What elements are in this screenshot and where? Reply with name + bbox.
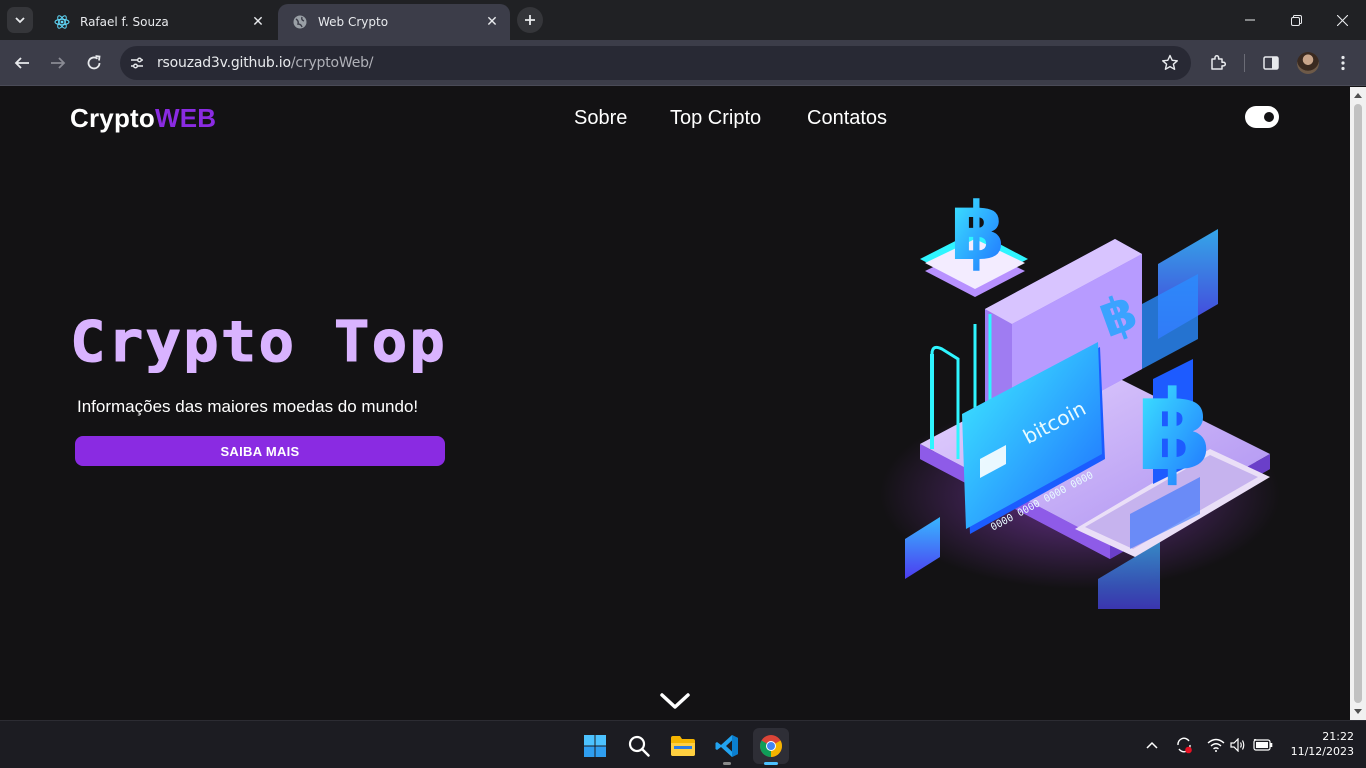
search-icon bbox=[628, 735, 650, 757]
restore-button[interactable] bbox=[1273, 0, 1319, 40]
nav-link-contatos[interactable]: Contatos bbox=[807, 107, 887, 130]
hero-title-text: Crypto Top bbox=[70, 311, 447, 375]
side-panel-button[interactable] bbox=[1257, 49, 1285, 77]
chrome-icon bbox=[760, 735, 782, 757]
close-tab-icon[interactable]: ✕ bbox=[250, 14, 266, 30]
reload-icon bbox=[87, 55, 101, 70]
url-text[interactable]: rsouzad3v.github.io/cryptoWeb/ bbox=[157, 55, 374, 71]
site-logo[interactable]: CryptoWEB bbox=[70, 103, 216, 134]
hero-title: Crypto Top bbox=[70, 310, 450, 386]
crypto-illustration: ฿ bitcoin 0000 0000 0000 0000 ฿ ฿ bbox=[880, 159, 1280, 614]
vscode-button[interactable] bbox=[709, 728, 745, 765]
restore-icon bbox=[1290, 14, 1302, 26]
close-window-button[interactable] bbox=[1319, 0, 1365, 40]
hero-subtitle: Informações das maiores moedas do mundo! bbox=[77, 397, 419, 416]
extensions-button[interactable] bbox=[1204, 49, 1232, 77]
tab-title: Web Crypto bbox=[318, 15, 389, 29]
active-indicator bbox=[764, 762, 778, 765]
chevron-up-icon bbox=[1146, 741, 1158, 749]
taskbar-clock[interactable]: 21:22 11/12/2023 bbox=[1282, 729, 1354, 759]
wifi-icon bbox=[1207, 738, 1225, 752]
site-settings-icon[interactable] bbox=[123, 49, 151, 77]
puzzle-icon bbox=[1211, 54, 1227, 70]
svg-text:฿: ฿ bbox=[950, 185, 1006, 278]
toggle-knob bbox=[1264, 112, 1274, 122]
file-explorer-button[interactable] bbox=[665, 728, 701, 764]
nav-link-top-cripto[interactable]: Top Cripto bbox=[670, 107, 761, 130]
windows-taskbar: 21:22 11/12/2023 bbox=[0, 720, 1366, 768]
vscode-icon bbox=[715, 735, 738, 757]
network-button[interactable] bbox=[1206, 735, 1226, 755]
close-icon bbox=[1336, 14, 1348, 26]
plus-icon bbox=[525, 15, 535, 25]
sync-tray-button[interactable] bbox=[1174, 735, 1194, 755]
forward-button[interactable] bbox=[44, 49, 72, 77]
reload-button[interactable] bbox=[80, 49, 108, 77]
url-host: rsouzad3v.github.io bbox=[157, 55, 291, 71]
minimize-button[interactable] bbox=[1227, 0, 1273, 40]
back-button[interactable] bbox=[8, 49, 36, 77]
arrow-right-icon bbox=[51, 57, 66, 69]
web-page: CryptoWEB Sobre Top Cripto Contatos Cryp… bbox=[0, 87, 1350, 720]
minimize-icon bbox=[1245, 19, 1255, 21]
chrome-menu-button[interactable] bbox=[1329, 49, 1357, 77]
tab-web-crypto[interactable]: Web Crypto ✕ bbox=[278, 4, 510, 40]
battery-icon bbox=[1253, 739, 1273, 751]
clock-date: 11/12/2023 bbox=[1290, 745, 1354, 758]
bookmark-star-icon[interactable] bbox=[1161, 54, 1179, 72]
clock-time: 21:22 bbox=[1322, 730, 1354, 743]
toolbar-separator bbox=[1244, 54, 1245, 72]
battery-button[interactable] bbox=[1253, 735, 1273, 755]
profile-avatar[interactable] bbox=[1297, 52, 1319, 74]
scroll-up-arrow-icon[interactable] bbox=[1354, 93, 1362, 98]
page-scrollbar[interactable] bbox=[1350, 87, 1366, 720]
chrome-button[interactable] bbox=[753, 728, 789, 765]
file-explorer-icon bbox=[671, 736, 695, 756]
logo-text: Crypto bbox=[70, 103, 155, 133]
chevron-down-icon bbox=[15, 17, 25, 24]
scroll-down-arrow-icon[interactable] bbox=[1354, 709, 1362, 714]
theme-toggle[interactable] bbox=[1245, 106, 1279, 128]
side-panel-icon bbox=[1263, 56, 1279, 70]
scroll-thumb[interactable] bbox=[1354, 104, 1362, 703]
windows-start-icon bbox=[584, 735, 606, 757]
volume-icon bbox=[1230, 738, 1245, 752]
show-hidden-icons-button[interactable] bbox=[1142, 735, 1162, 755]
address-bar[interactable]: rsouzad3v.github.io/cryptoWeb/ bbox=[120, 46, 1191, 80]
sync-alert-icon bbox=[1177, 737, 1192, 754]
url-path: /cryptoWeb/ bbox=[290, 55, 374, 71]
tab-title: Rafael f. Souza bbox=[80, 15, 169, 29]
nav-link-sobre[interactable]: Sobre bbox=[574, 107, 627, 130]
globe-icon bbox=[292, 14, 308, 30]
svg-text:฿: ฿ bbox=[1136, 367, 1213, 495]
browser-tab-bar: Rafael f. Souza ✕ Web Crypto ✕ bbox=[0, 0, 1366, 40]
volume-button[interactable] bbox=[1228, 735, 1248, 755]
tab-search-button[interactable] bbox=[7, 7, 33, 33]
saiba-mais-button[interactable]: SAIBA MAIS bbox=[75, 436, 445, 466]
browser-toolbar: rsouzad3v.github.io/cryptoWeb/ bbox=[0, 40, 1366, 86]
running-indicator bbox=[723, 762, 731, 765]
react-icon bbox=[54, 14, 70, 30]
taskbar-search-button[interactable] bbox=[621, 728, 657, 764]
logo-accent-text: WEB bbox=[154, 103, 217, 133]
arrow-left-icon bbox=[14, 57, 29, 69]
chevron-down-icon[interactable] bbox=[659, 691, 691, 711]
more-vert-icon bbox=[1341, 55, 1345, 71]
new-tab-button[interactable] bbox=[517, 7, 543, 33]
tab-rafael[interactable]: Rafael f. Souza ✕ bbox=[40, 4, 276, 40]
close-tab-icon[interactable]: ✕ bbox=[484, 14, 500, 30]
start-button[interactable] bbox=[577, 728, 613, 764]
